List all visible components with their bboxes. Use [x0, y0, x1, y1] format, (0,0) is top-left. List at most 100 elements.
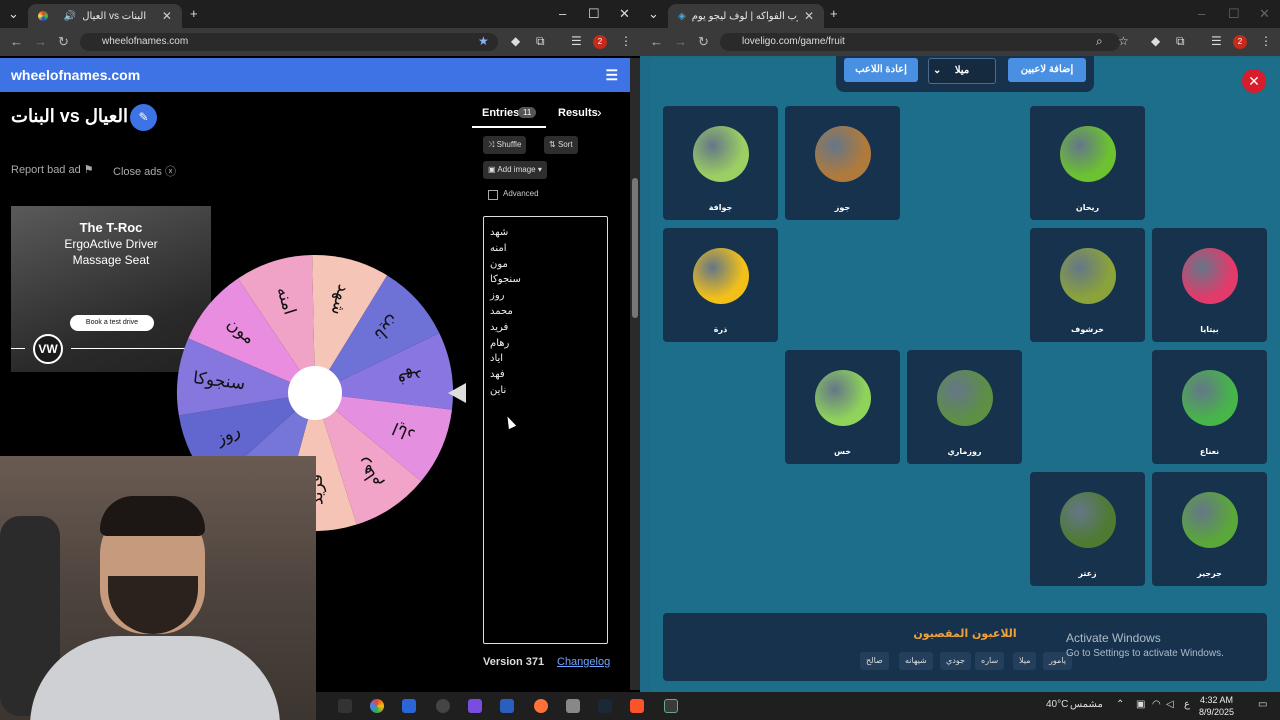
close-game-icon[interactable]: ✕ — [1242, 69, 1266, 93]
language-indicator[interactable]: ع — [1184, 699, 1190, 710]
extension-diamond-icon[interactable]: ◆ — [511, 34, 520, 48]
entries-textarea[interactable]: شهد امنه مون سنجوكا روز محمد فريد رهام اياد فهد نا… — [483, 216, 608, 644]
back-icon[interactable]: ← — [10, 34, 23, 49]
profile-badge[interactable]: 2 — [593, 35, 607, 49]
app-obs-icon[interactable] — [468, 699, 482, 713]
fruit-card[interactable]: ريحان — [1030, 106, 1145, 220]
app-brave-icon[interactable] — [630, 699, 644, 713]
page-scrollbar[interactable] — [630, 58, 640, 690]
app-clock-icon[interactable] — [436, 699, 450, 713]
entry-item[interactable]: ناين — [490, 383, 521, 399]
close-tab-icon[interactable]: ✕ — [162, 9, 172, 23]
reload-icon[interactable]: ↻ — [698, 34, 709, 50]
scrollbar-thumb[interactable] — [632, 178, 638, 318]
new-tab-icon[interactable]: + — [190, 6, 198, 21]
entry-item[interactable]: محمد — [490, 304, 521, 320]
chevron-right-icon[interactable]: › — [597, 104, 602, 120]
report-bad-ad-link[interactable]: Report bad ad ⚑ — [11, 163, 94, 176]
fruit-card[interactable]: زعتر — [1030, 472, 1145, 586]
profile-badge[interactable]: 2 — [1233, 35, 1247, 49]
wheel-center-hub[interactable] — [288, 366, 342, 420]
menu-kebab-icon[interactable]: ⋮ — [620, 34, 632, 48]
fruit-card[interactable]: جوز — [785, 106, 900, 220]
sort-button[interactable]: ⇅ Sort — [544, 136, 578, 154]
extensions-puzzle-icon[interactable]: ⧉ — [1176, 34, 1185, 49]
bookmark-star-icon[interactable]: ★ — [478, 34, 489, 48]
weather-label[interactable]: مشمس — [1070, 699, 1103, 710]
add-image-button[interactable]: ▣ Add image ▾ — [483, 161, 547, 179]
entry-item[interactable]: روز — [490, 288, 521, 304]
app-steam-icon[interactable] — [598, 699, 612, 713]
player-select[interactable]: ⌄ ميلا — [928, 58, 996, 84]
fruit-card[interactable]: جرجير — [1152, 472, 1267, 586]
clock[interactable]: 4:32 AM 8/9/2025 — [1199, 694, 1234, 718]
back-icon[interactable]: ← — [650, 34, 663, 49]
edit-title-pencil-icon[interactable]: ✎ — [130, 104, 157, 131]
weather-temp[interactable]: 40°C — [1046, 699, 1068, 710]
menu-kebab-icon[interactable]: ⋮ — [1260, 34, 1272, 48]
fruit-card[interactable]: روزماري — [907, 350, 1022, 464]
forward-icon[interactable]: → — [34, 34, 47, 49]
maximize-icon[interactable]: ☐ — [1228, 6, 1240, 22]
close-window-icon[interactable]: ✕ — [1259, 6, 1270, 22]
tab-entries[interactable]: Entries — [482, 107, 519, 119]
app-store-icon[interactable] — [402, 699, 416, 713]
app-capcut-icon[interactable] — [664, 699, 678, 713]
minimize-icon[interactable]: – — [559, 6, 566, 21]
extensions-puzzle-icon[interactable]: ⧉ — [536, 34, 545, 49]
advanced-checkbox[interactable] — [488, 190, 498, 200]
forward-icon[interactable]: → — [674, 34, 687, 49]
hamburger-menu-icon[interactable]: ☰ — [605, 58, 618, 92]
app-discord-icon[interactable] — [338, 699, 352, 713]
entry-item[interactable]: اياد — [490, 351, 521, 367]
tab-results[interactable]: Results — [558, 107, 598, 119]
entry-item[interactable]: امنه — [490, 241, 521, 257]
fruit-card[interactable]: خرشوف — [1030, 228, 1145, 342]
bookmark-star-icon[interactable]: ☆ — [1118, 34, 1129, 48]
wifi-icon[interactable]: ◠ — [1152, 699, 1161, 710]
maximize-icon[interactable]: ☐ — [588, 6, 600, 22]
app-generic-icon[interactable] — [566, 699, 580, 713]
eliminated-player-chip: ميلا — [1013, 652, 1037, 670]
fruit-card[interactable]: جوافة — [663, 106, 778, 220]
entry-item[interactable]: مون — [490, 257, 521, 273]
reading-list-icon[interactable]: ☰ — [571, 34, 582, 48]
entry-item[interactable]: رهام — [490, 336, 521, 352]
site-brand[interactable]: wheelofnames.com — [11, 67, 140, 83]
shuffle-button[interactable]: ⤨ Shuffle — [483, 136, 527, 154]
add-players-button[interactable]: إضافة لاعبين — [1008, 58, 1086, 82]
tab-list-icon[interactable]: ⌄ — [8, 6, 19, 22]
url-field[interactable]: loveligo.com/game/fruit — [720, 33, 1120, 51]
tab-wheel[interactable]: 🔊 العيال vs البنات ✕ — [28, 4, 182, 28]
fruit-card[interactable]: بيتايا — [1152, 228, 1267, 342]
fruit-card[interactable]: خس — [785, 350, 900, 464]
ad-cta-button[interactable]: Book a test drive — [70, 315, 154, 331]
url-field[interactable]: wheelofnames.com — [80, 33, 498, 51]
reset-player-button[interactable]: إعادة اللاعب — [844, 58, 918, 82]
minimize-icon[interactable]: – — [1198, 6, 1205, 21]
notification-icon[interactable]: ▭ — [1258, 699, 1267, 710]
entry-item[interactable]: فريد — [490, 320, 521, 336]
volume-icon[interactable]: ◁ — [1166, 699, 1174, 710]
tray-chevron-up-icon[interactable]: ⌃ — [1116, 699, 1124, 710]
entry-item[interactable]: فهد — [490, 367, 521, 383]
app-firefox-icon[interactable] — [534, 699, 548, 713]
app-word-icon[interactable] — [500, 699, 514, 713]
tab-list-icon[interactable]: ⌄ — [648, 6, 659, 22]
fruit-card[interactable]: ذرة — [663, 228, 778, 342]
tray-generic-icon[interactable]: ▣ — [1136, 699, 1145, 710]
extension-diamond-icon[interactable]: ◆ — [1151, 34, 1160, 48]
close-tab-icon[interactable]: ✕ — [804, 9, 814, 23]
app-chrome-icon[interactable] — [370, 699, 384, 713]
entry-item[interactable]: سنجوكا — [490, 272, 521, 288]
reload-icon[interactable]: ↻ — [58, 34, 69, 50]
fruit-card[interactable]: نعناع — [1152, 350, 1267, 464]
new-tab-icon[interactable]: + — [830, 6, 838, 21]
zoom-icon[interactable]: ⌕ — [1096, 34, 1103, 49]
close-ads-link[interactable]: Close ads ⓧ — [113, 163, 176, 179]
changelog-link[interactable]: Changelog — [557, 656, 610, 668]
entry-item[interactable]: شهد — [490, 225, 521, 241]
close-window-icon[interactable]: ✕ — [619, 6, 630, 22]
reading-list-icon[interactable]: ☰ — [1211, 34, 1222, 48]
tab-fruit-game[interactable]: ◈ لعبة حرب الفواكه | لوف ليجو يوم ✕ — [668, 4, 824, 28]
